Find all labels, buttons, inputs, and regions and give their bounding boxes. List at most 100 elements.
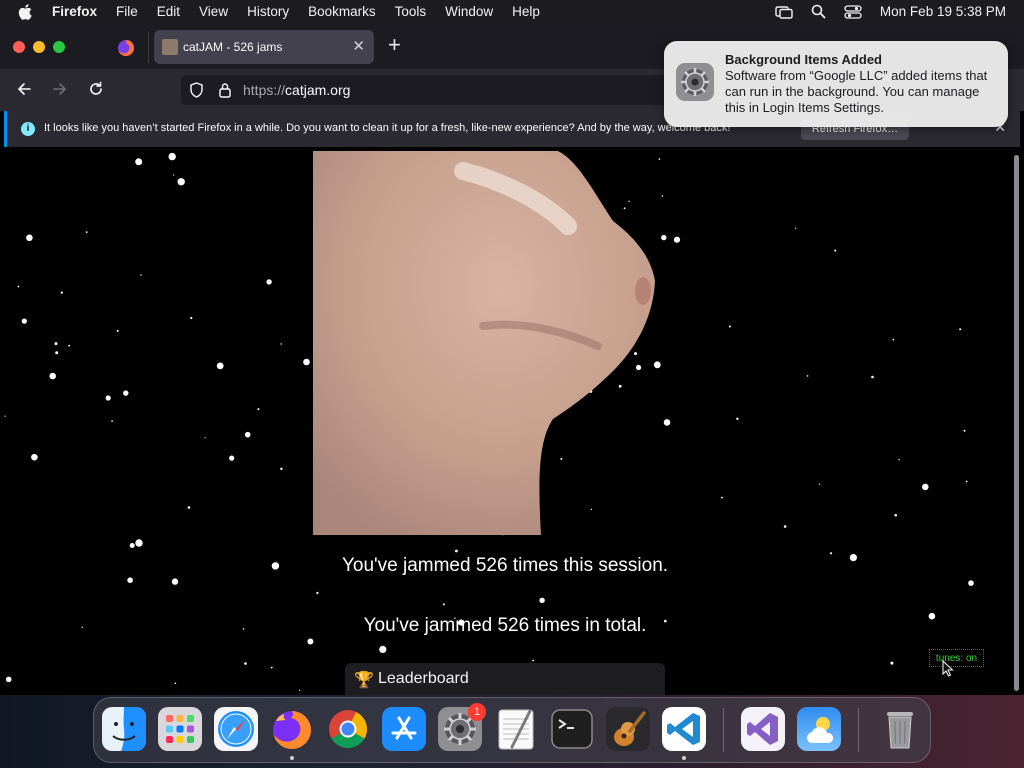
catjam-cat-image[interactable] bbox=[313, 151, 655, 535]
total-jam-count: You've jammed 526 times in total. bbox=[363, 615, 647, 636]
dock-terminal-icon[interactable] bbox=[550, 707, 594, 751]
menu-file[interactable]: File bbox=[116, 4, 138, 19]
star bbox=[270, 666, 273, 669]
star bbox=[442, 603, 445, 606]
star bbox=[661, 195, 664, 197]
control-center-icon[interactable] bbox=[844, 4, 862, 19]
star bbox=[834, 249, 837, 252]
menu-history[interactable]: History bbox=[247, 4, 289, 19]
spotlight-search-icon[interactable] bbox=[811, 4, 826, 19]
forward-button[interactable] bbox=[52, 81, 68, 102]
address-bar[interactable]: https://catjam.org bbox=[181, 75, 681, 105]
dock-launchpad-icon[interactable] bbox=[158, 707, 202, 751]
new-tab-button[interactable]: + bbox=[388, 34, 401, 56]
star bbox=[173, 174, 175, 176]
dock-finder-icon[interactable] bbox=[102, 707, 146, 751]
star bbox=[127, 577, 133, 583]
star bbox=[898, 459, 900, 461]
tab-close-icon[interactable]: ✕ bbox=[352, 37, 365, 55]
info-icon: i bbox=[21, 122, 35, 136]
star bbox=[229, 455, 235, 461]
star bbox=[894, 513, 897, 517]
trophy-icon: 🏆 bbox=[354, 672, 374, 689]
mouse-pointer-icon bbox=[942, 660, 954, 677]
menu-edit[interactable]: Edit bbox=[157, 4, 180, 19]
dock-weather-icon[interactable] bbox=[797, 707, 841, 751]
dock-garageband-icon[interactable] bbox=[606, 707, 650, 751]
dock-app-store-icon[interactable] bbox=[382, 707, 426, 751]
menu-tools[interactable]: Tools bbox=[395, 4, 427, 19]
apple-icon[interactable] bbox=[18, 3, 36, 20]
screen-mirroring-icon[interactable] bbox=[775, 5, 793, 19]
infobar-message: It looks like you haven’t started Firefo… bbox=[44, 122, 731, 134]
star bbox=[129, 543, 135, 548]
star bbox=[963, 429, 966, 432]
star bbox=[379, 645, 387, 653]
menu-window[interactable]: Window bbox=[445, 4, 493, 19]
lock-icon[interactable] bbox=[218, 82, 232, 103]
back-button[interactable] bbox=[16, 81, 32, 102]
star bbox=[31, 453, 38, 461]
star bbox=[455, 549, 458, 553]
star bbox=[111, 420, 113, 422]
star bbox=[244, 662, 247, 665]
menu-app-name[interactable]: Firefox bbox=[52, 4, 97, 19]
tracking-protection-shield-icon[interactable] bbox=[189, 82, 204, 103]
star bbox=[26, 234, 33, 242]
star bbox=[307, 638, 314, 645]
star bbox=[54, 342, 58, 346]
scrollbar-thumb[interactable] bbox=[1014, 155, 1019, 691]
window-minimize-button[interactable] bbox=[33, 41, 45, 53]
dock-separator bbox=[723, 708, 724, 752]
dock-system-settings-icon[interactable]: 1 bbox=[438, 703, 486, 751]
system-settings-gear-icon bbox=[676, 63, 714, 106]
dock-safari-icon[interactable] bbox=[214, 707, 258, 751]
dock-firefox-icon[interactable] bbox=[270, 707, 314, 751]
dock-textedit-icon[interactable] bbox=[494, 707, 538, 751]
tunes-toggle[interactable]: tunes: on bbox=[929, 649, 984, 667]
catjam-favicon-icon bbox=[162, 39, 178, 55]
star bbox=[673, 236, 681, 243]
star bbox=[532, 659, 534, 662]
star bbox=[968, 580, 974, 586]
tab-catjam[interactable]: catJAM - 526 jams ✕ bbox=[154, 30, 374, 64]
background-items-notification[interactable]: Background Items Added Software from “Go… bbox=[664, 41, 1008, 127]
notification-body: Software from “Google LLC” added items t… bbox=[725, 68, 988, 115]
menu-view[interactable]: View bbox=[199, 4, 228, 19]
star bbox=[177, 178, 185, 186]
star bbox=[257, 408, 260, 411]
star bbox=[728, 325, 731, 328]
system-settings-badge: 1 bbox=[468, 703, 486, 721]
window-zoom-button[interactable] bbox=[53, 41, 65, 53]
star bbox=[85, 231, 88, 233]
page-scrollbar[interactable] bbox=[1012, 151, 1022, 695]
firefox-view-icon[interactable] bbox=[117, 39, 135, 62]
star bbox=[871, 375, 874, 379]
star bbox=[17, 285, 20, 288]
star bbox=[922, 483, 929, 491]
star bbox=[21, 318, 27, 324]
url-host: catjam.org bbox=[285, 82, 351, 98]
leaderboard-button[interactable]: 🏆 Leaderboard bbox=[345, 663, 665, 695]
leaderboard-label: Leaderboard bbox=[378, 670, 469, 687]
dock-visual-studio-icon[interactable] bbox=[741, 707, 785, 751]
menu-clock[interactable]: Mon Feb 19 5:38 PM bbox=[880, 4, 1006, 19]
star bbox=[663, 419, 671, 426]
tab-title: catJAM - 526 jams bbox=[183, 40, 283, 54]
menu-bookmarks[interactable]: Bookmarks bbox=[308, 4, 376, 19]
star bbox=[49, 372, 56, 380]
dock-chrome-icon[interactable] bbox=[326, 707, 370, 751]
reload-button[interactable] bbox=[88, 81, 104, 102]
menu-help[interactable]: Help bbox=[512, 4, 540, 19]
star bbox=[4, 415, 6, 417]
star bbox=[892, 338, 895, 341]
session-jam-count: You've jammed 526 times this session. bbox=[341, 555, 669, 576]
dock-trash-icon[interactable] bbox=[878, 707, 922, 751]
star bbox=[140, 274, 142, 276]
star bbox=[736, 417, 739, 420]
star bbox=[135, 539, 143, 547]
star bbox=[303, 358, 310, 366]
window-close-button[interactable] bbox=[13, 41, 25, 53]
star bbox=[280, 467, 283, 470]
dock-vscode-icon[interactable] bbox=[662, 707, 706, 751]
